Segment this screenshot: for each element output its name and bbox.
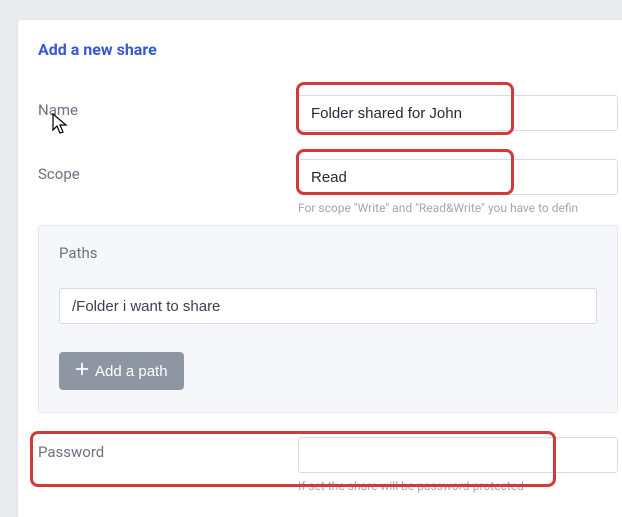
form-card: Add a new share Name Scope Read For scop… <box>18 20 622 517</box>
paths-panel: Paths Add a path <box>38 225 618 413</box>
path-input[interactable] <box>59 288 597 324</box>
paths-title: Paths <box>59 244 597 262</box>
control-scope: Read For scope "Write" and "Read&Write" … <box>298 159 618 215</box>
row-password: Password If set the share will be passwo… <box>38 437 618 493</box>
row-scope: Scope Read For scope "Write" and "Read&W… <box>38 159 618 215</box>
form-title: Add a new share <box>38 40 618 59</box>
control-name <box>298 95 618 131</box>
form-card-inner: Add a new share Name Scope Read For scop… <box>18 20 622 493</box>
name-input[interactable] <box>298 95 618 131</box>
label-scope: Scope <box>38 159 298 183</box>
control-password: If set the share will be password-protec… <box>298 437 618 493</box>
path-input-wrap <box>59 288 597 324</box>
add-path-button-label: Add a path <box>95 363 168 380</box>
hint-scope: For scope "Write" and "Read&Write" you h… <box>298 201 618 215</box>
page-root: Add a new share Name Scope Read For scop… <box>0 0 622 517</box>
label-password: Password <box>38 437 298 461</box>
plus-icon <box>75 362 89 380</box>
row-name: Name <box>38 95 618 131</box>
label-name: Name <box>38 95 298 119</box>
hint-password: If set the share will be password-protec… <box>298 479 618 493</box>
add-path-button[interactable]: Add a path <box>59 352 184 390</box>
scope-select[interactable]: Read <box>298 159 618 195</box>
password-input[interactable] <box>298 437 618 473</box>
